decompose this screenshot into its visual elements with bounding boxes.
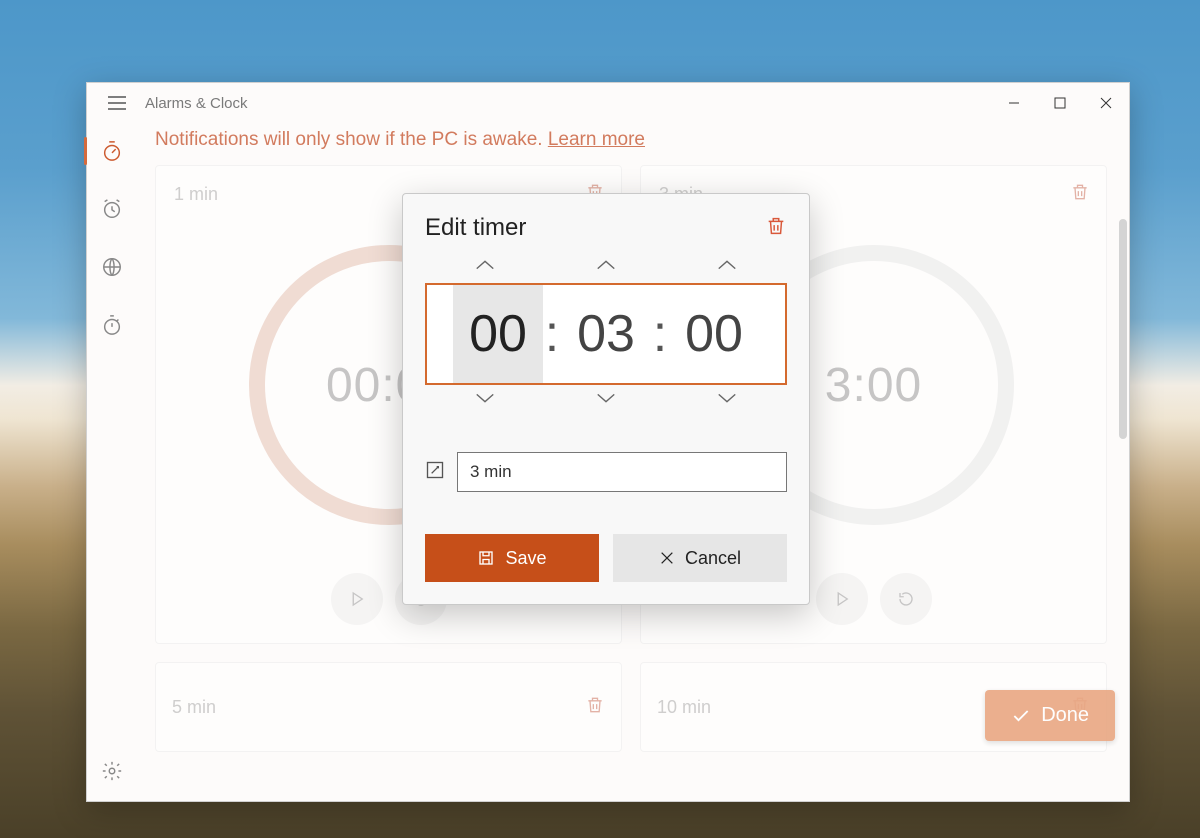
reset-icon (897, 590, 915, 608)
sidebar-item-world-clock[interactable] (92, 247, 132, 287)
cancel-button[interactable]: Cancel (613, 534, 787, 582)
check-icon (1011, 706, 1031, 726)
trash-icon (765, 215, 787, 237)
done-label: Done (1041, 704, 1089, 727)
notification-banner: Notifications will only show if the PC i… (155, 123, 1111, 165)
sidebar-item-alarm[interactable] (92, 189, 132, 229)
alarm-icon (101, 198, 123, 220)
colon: : (543, 304, 561, 364)
done-button[interactable]: Done (985, 690, 1115, 741)
scrollbar[interactable] (1117, 219, 1127, 791)
chevron-down-icon (474, 391, 496, 405)
minutes-down-button[interactable] (586, 391, 626, 410)
edit-icon (425, 460, 445, 485)
colon: : (651, 304, 669, 364)
notification-text: Notifications will only show if the PC i… (155, 129, 548, 150)
cancel-label: Cancel (685, 548, 741, 569)
timer-display: 3:00 (825, 358, 922, 413)
timer-icon (101, 140, 123, 162)
timer-title: 5 min (172, 697, 585, 718)
chevron-up-icon (474, 258, 496, 272)
maximize-button[interactable] (1037, 83, 1083, 123)
timer-name-input[interactable] (457, 452, 787, 492)
save-button[interactable]: Save (425, 534, 599, 582)
seconds-up-button[interactable] (707, 258, 747, 277)
titlebar: Alarms & Clock (87, 83, 1129, 123)
play-icon (833, 590, 851, 608)
delete-timer-button[interactable] (1070, 182, 1090, 207)
close-button[interactable] (1083, 83, 1129, 123)
sidebar-item-timer[interactable] (92, 131, 132, 171)
gear-icon (101, 760, 123, 782)
seconds-field[interactable]: 00 (669, 285, 759, 383)
minutes-field[interactable]: 03 (561, 285, 651, 383)
time-picker: 00 : 03 : 00 (425, 283, 787, 385)
save-label: Save (505, 548, 546, 569)
hours-down-button[interactable] (465, 391, 505, 410)
delete-timer-button[interactable] (765, 215, 787, 242)
stopwatch-icon (101, 314, 123, 336)
trash-icon (1070, 182, 1090, 202)
edit-timer-dialog: Edit timer 00 : 03 : 00 (402, 193, 810, 605)
minutes-up-button[interactable] (586, 258, 626, 277)
chevron-down-icon (595, 391, 617, 405)
hours-field[interactable]: 00 (453, 285, 543, 383)
chevron-up-icon (595, 258, 617, 272)
window-controls (991, 83, 1129, 123)
chevron-down-icon (716, 391, 738, 405)
dialog-title: Edit timer (425, 214, 765, 242)
play-button[interactable] (331, 573, 383, 625)
world-clock-icon (101, 256, 123, 278)
reset-button[interactable] (880, 573, 932, 625)
sidebar (87, 123, 137, 801)
hours-up-button[interactable] (465, 258, 505, 277)
timer-card[interactable]: 5 min (155, 662, 622, 752)
app-title: Alarms & Clock (145, 95, 991, 112)
play-icon (348, 590, 366, 608)
close-icon (659, 550, 675, 566)
trash-icon (585, 695, 605, 715)
sidebar-item-stopwatch[interactable] (92, 305, 132, 345)
sidebar-item-settings[interactable] (92, 751, 132, 791)
minimize-button[interactable] (991, 83, 1037, 123)
seconds-down-button[interactable] (707, 391, 747, 410)
scrollbar-thumb[interactable] (1119, 219, 1127, 439)
chevron-up-icon (716, 258, 738, 272)
save-icon (477, 549, 495, 567)
play-button[interactable] (816, 573, 868, 625)
learn-more-link[interactable]: Learn more (548, 129, 645, 150)
delete-timer-button[interactable] (585, 695, 605, 720)
hamburger-menu-button[interactable] (99, 85, 135, 121)
